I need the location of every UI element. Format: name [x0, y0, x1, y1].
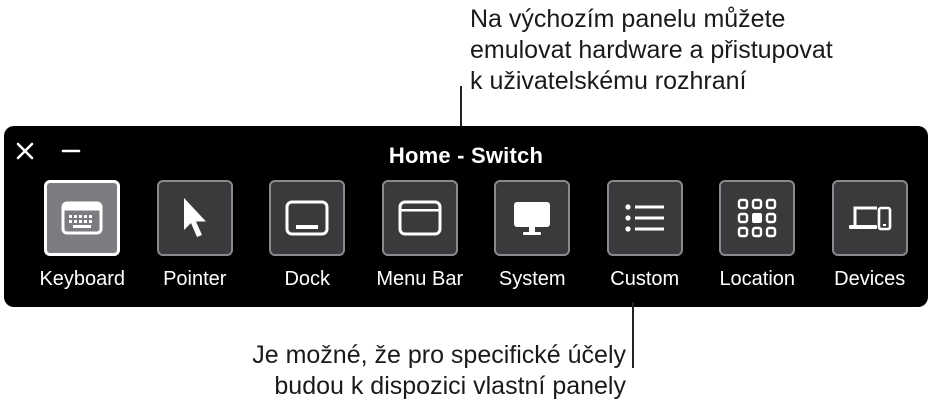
item-label: Devices [834, 268, 906, 290]
pointer-icon [183, 198, 206, 237]
dock-icon [285, 200, 329, 236]
item-label: Custom [610, 268, 680, 290]
top-callout-line-2: emulovat hardware a přistupovat [470, 36, 833, 64]
menu-bar-tile[interactable] [381, 180, 458, 256]
item-label: Menu Bar [376, 268, 464, 290]
item-label: Keyboard [39, 268, 126, 290]
location-tile[interactable] [719, 180, 796, 256]
item-dock[interactable]: Dock [251, 180, 364, 291]
list-icon [625, 204, 664, 232]
top-callout-line-1: Na výchozím panelu můžete [470, 5, 786, 33]
menu-bar-icon [398, 200, 442, 236]
top-callout: Na výchozím panelu můžete emulovat hardw… [470, 4, 920, 97]
item-system[interactable]: System [476, 180, 589, 291]
top-leader-line [460, 86, 462, 130]
pointer-tile[interactable] [156, 180, 233, 256]
item-devices[interactable]: Devices [814, 180, 927, 291]
item-label: Location [719, 268, 796, 290]
item-label: Dock [284, 268, 331, 290]
top-callout-line-3: k uživatelskému rozhraní [470, 67, 747, 95]
keyboard-tile[interactable] [44, 180, 121, 256]
item-label: Pointer [163, 268, 227, 290]
devices-tile[interactable] [831, 180, 908, 256]
bottom-callout-line-1: Je možné, že pro specifické účely [252, 341, 626, 369]
bottom-leader-line [632, 302, 634, 368]
dock-tile[interactable] [269, 180, 346, 256]
system-icon [514, 202, 551, 235]
grid-icon [738, 198, 777, 238]
panel-title: Home - Switch [388, 143, 544, 168]
home-switch-panel: Home - Switch Keyboard Pointer Dock Menu… [4, 126, 928, 307]
bottom-callout: Je možné, že pro specifické účely budou … [252, 340, 626, 402]
bottom-callout-line-2: budou k dispozici vlastní panely [274, 372, 626, 400]
system-tile[interactable] [494, 180, 571, 256]
item-keyboard[interactable]: Keyboard [26, 180, 139, 291]
custom-tile[interactable] [606, 180, 683, 256]
item-location[interactable]: Location [701, 180, 814, 291]
item-custom[interactable]: Custom [589, 180, 702, 291]
item-label: System [498, 268, 566, 290]
item-menu-bar[interactable]: Menu Bar [364, 180, 477, 291]
keyboard-icon [61, 201, 103, 235]
item-pointer[interactable]: Pointer [139, 180, 252, 291]
devices-icon [848, 206, 892, 231]
panel-items: Keyboard Pointer Dock Menu Bar System Cu… [26, 180, 926, 291]
